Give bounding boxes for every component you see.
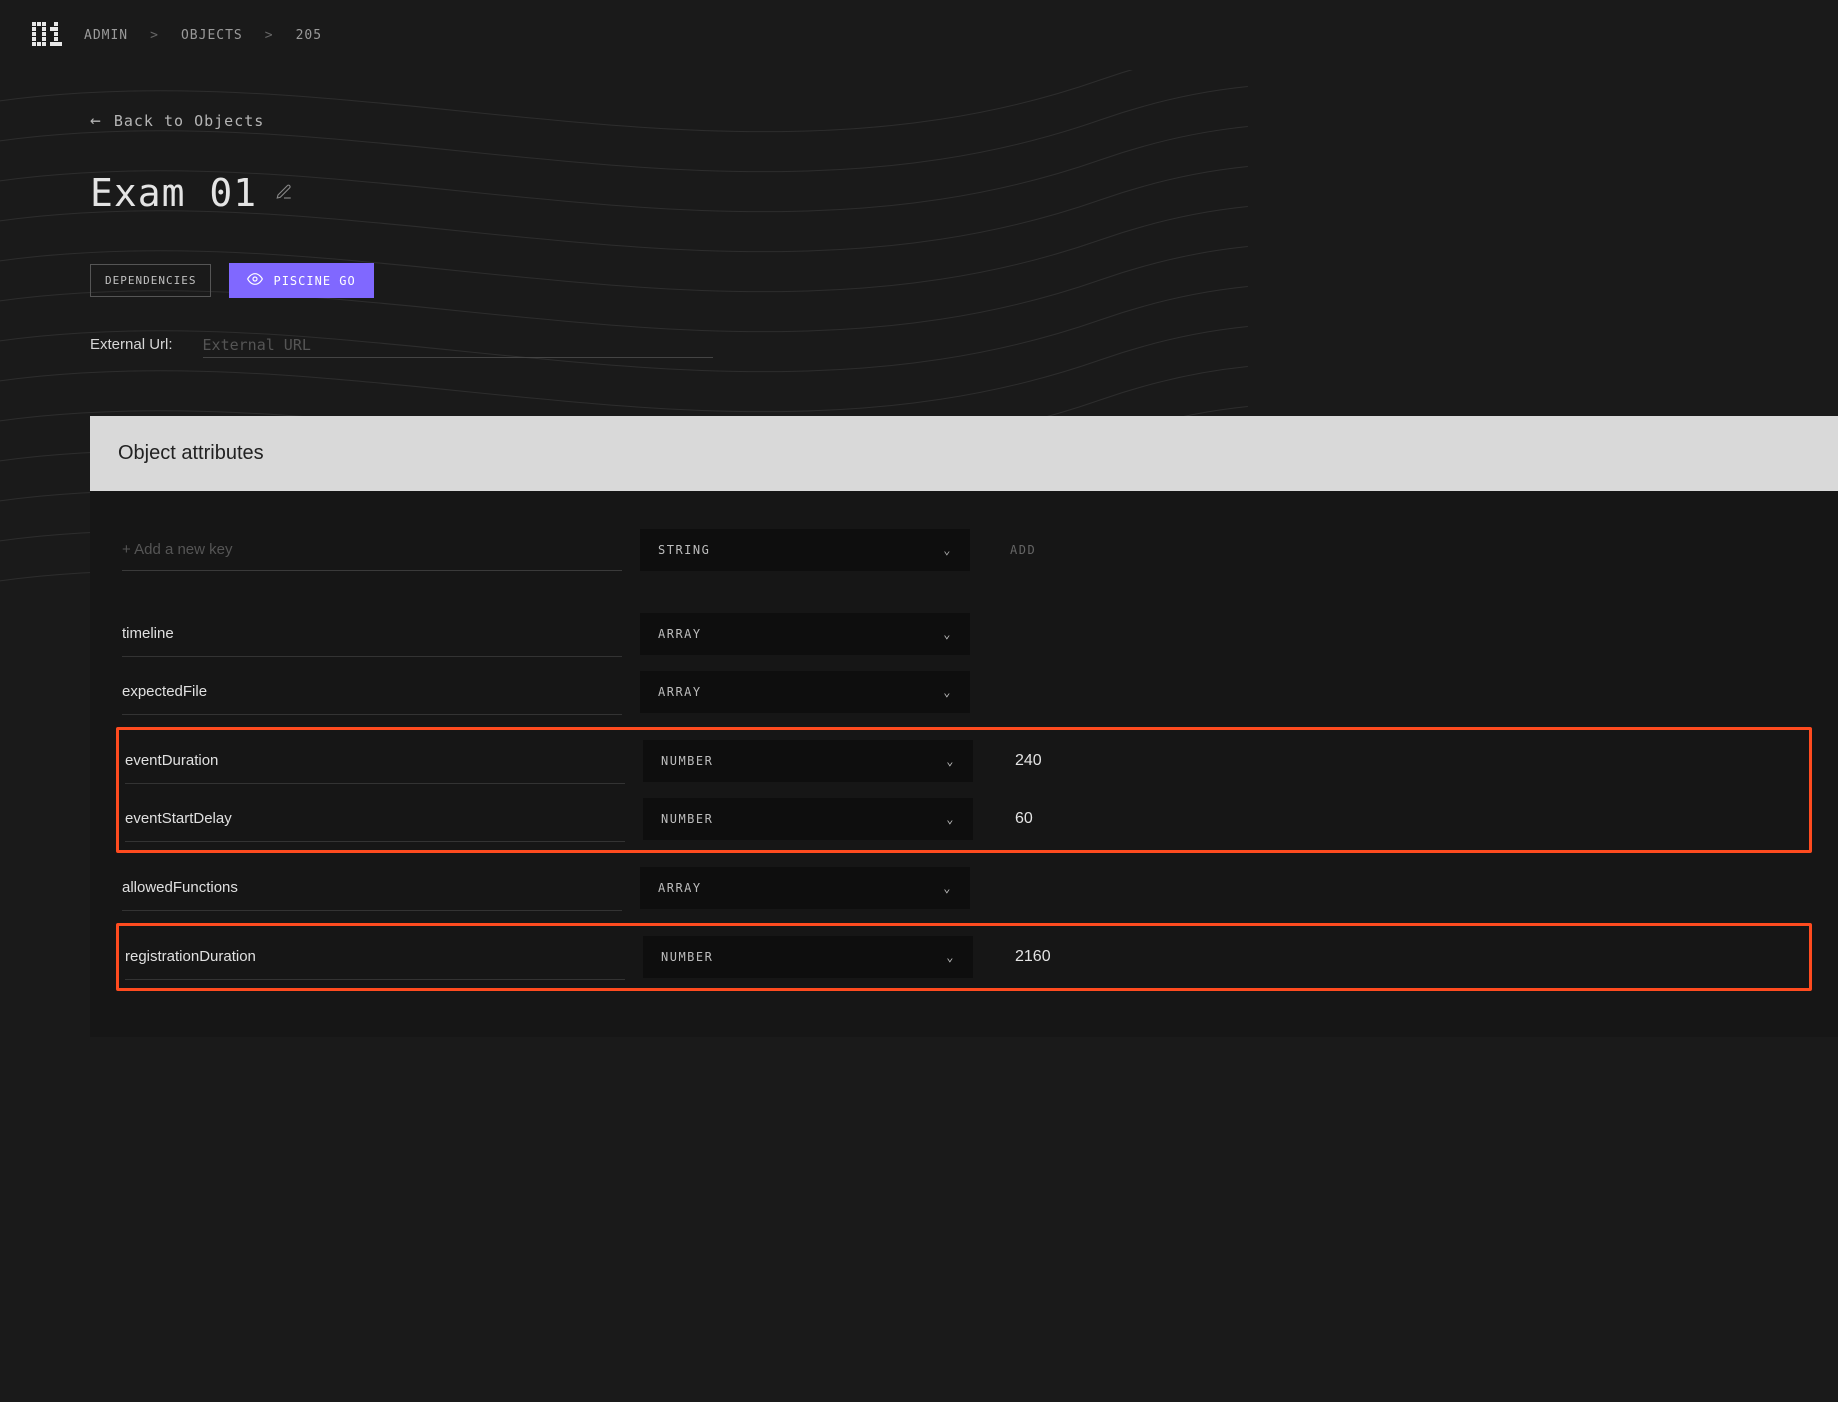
attribute-value-input[interactable]: [1015, 810, 1105, 828]
attribute-type-value: NUMBER: [661, 950, 713, 964]
eye-icon: [247, 271, 263, 290]
attribute-value-input[interactable]: [1015, 948, 1105, 966]
chevron-down-icon: ⌄: [946, 950, 955, 964]
top-bar: ADMIN > OBJECTS > 205: [0, 0, 1838, 70]
type-select-value: STRING: [658, 543, 710, 557]
external-url-input[interactable]: [203, 330, 713, 358]
page-title: Exam 01: [90, 171, 257, 215]
attribute-value-input[interactable]: [1015, 752, 1105, 770]
breadcrumb-objects[interactable]: OBJECTS: [181, 28, 243, 43]
logo-icon[interactable]: [30, 18, 64, 52]
attribute-row: ARRAY ⌄: [122, 605, 1806, 663]
attribute-key-input[interactable]: [122, 669, 622, 715]
attribute-row: ARRAY ⌄: [122, 663, 1806, 721]
attribute-type-select[interactable]: NUMBER ⌄: [643, 740, 973, 782]
attribute-type-select[interactable]: NUMBER ⌄: [643, 936, 973, 978]
breadcrumb-separator: >: [265, 28, 274, 43]
attribute-type-value: ARRAY: [658, 627, 702, 641]
chevron-down-icon: ⌄: [943, 685, 952, 699]
piscine-go-button[interactable]: PISCINE GO: [229, 263, 373, 298]
section-title: Object attributes: [118, 442, 264, 464]
piscine-go-label: PISCINE GO: [273, 274, 355, 288]
attribute-row: NUMBER ⌄: [125, 928, 1803, 986]
attribute-type-value: ARRAY: [658, 685, 702, 699]
highlight-box: NUMBER ⌄: [116, 923, 1812, 991]
breadcrumb: ADMIN > OBJECTS > 205: [84, 28, 322, 43]
chevron-down-icon: ⌄: [946, 754, 955, 768]
add-button[interactable]: ADD: [1004, 531, 1042, 569]
attribute-row: ARRAY ⌄: [122, 859, 1806, 917]
attribute-key-input[interactable]: [125, 934, 625, 980]
new-key-type-select[interactable]: STRING ⌄: [640, 529, 970, 571]
chevron-down-icon: ⌄: [943, 881, 952, 895]
chevron-down-icon: ⌄: [943, 627, 952, 641]
back-link[interactable]: ← Back to Objects: [90, 110, 264, 131]
attribute-row: NUMBER ⌄: [125, 732, 1803, 790]
attribute-type-value: NUMBER: [661, 754, 713, 768]
attribute-type-select[interactable]: ARRAY ⌄: [640, 613, 970, 655]
edit-icon[interactable]: [275, 183, 293, 204]
attribute-type-value: NUMBER: [661, 812, 713, 826]
breadcrumb-current: 205: [296, 28, 322, 43]
arrow-left-icon: ←: [90, 110, 102, 131]
attribute-key-input[interactable]: [122, 611, 622, 657]
attribute-type-select[interactable]: ARRAY ⌄: [640, 867, 970, 909]
attribute-key-input[interactable]: [125, 738, 625, 784]
attributes-panel: STRING ⌄ ADD ARRAY⌄ARRAY⌄NUMBER⌄NUMBER⌄A…: [90, 491, 1838, 1037]
back-link-label: Back to Objects: [114, 112, 264, 130]
new-key-input[interactable]: [122, 529, 622, 571]
breadcrumb-admin[interactable]: ADMIN: [84, 28, 128, 43]
attribute-key-input[interactable]: [125, 796, 625, 842]
dependencies-button[interactable]: DEPENDENCIES: [90, 264, 211, 297]
chevron-down-icon: ⌄: [943, 543, 952, 557]
breadcrumb-separator: >: [150, 28, 159, 43]
attribute-row: NUMBER ⌄: [125, 790, 1803, 848]
attribute-type-select[interactable]: ARRAY ⌄: [640, 671, 970, 713]
highlight-box: NUMBER ⌄ NUMBER ⌄: [116, 727, 1812, 853]
chevron-down-icon: ⌄: [946, 812, 955, 826]
external-url-label: External Url:: [90, 336, 173, 353]
attribute-key-input[interactable]: [122, 865, 622, 911]
attribute-type-select[interactable]: NUMBER ⌄: [643, 798, 973, 840]
section-header: Object attributes: [90, 416, 1838, 491]
attribute-type-value: ARRAY: [658, 881, 702, 895]
